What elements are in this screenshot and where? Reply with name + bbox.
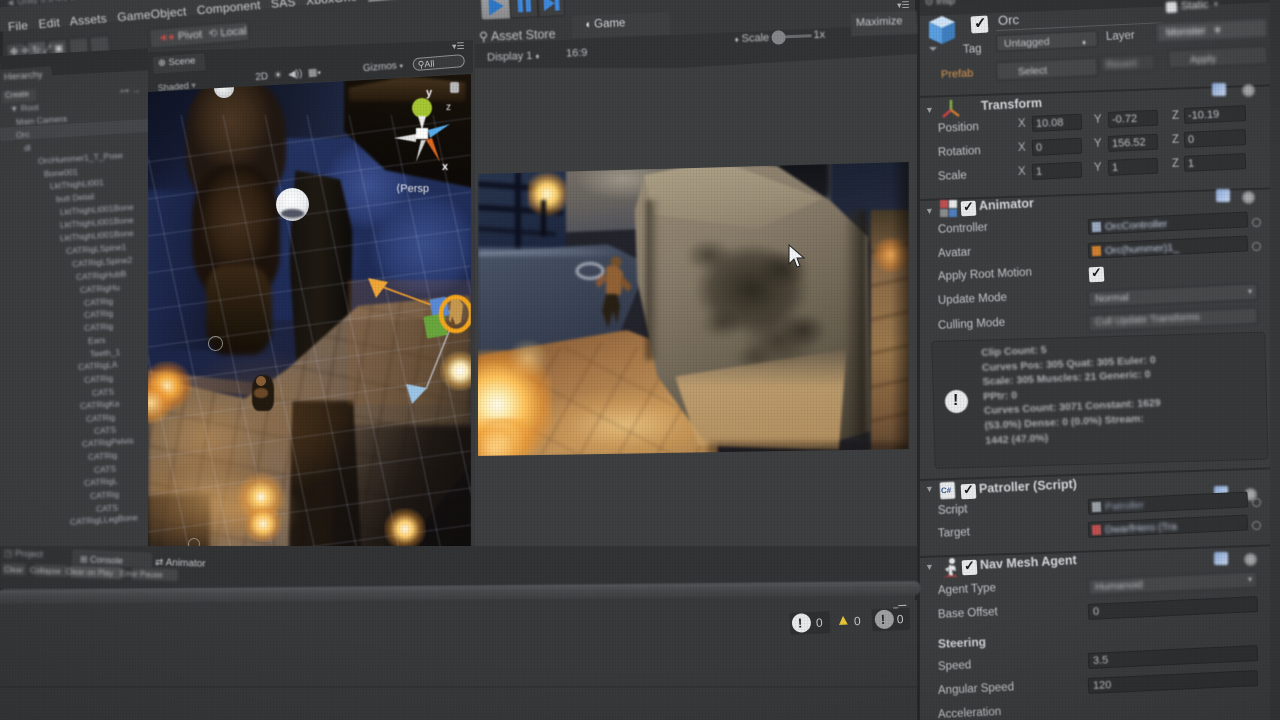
svg-text:y: y bbox=[426, 87, 433, 99]
svg-text:z: z bbox=[446, 102, 451, 113]
svg-text:x: x bbox=[442, 161, 449, 173]
